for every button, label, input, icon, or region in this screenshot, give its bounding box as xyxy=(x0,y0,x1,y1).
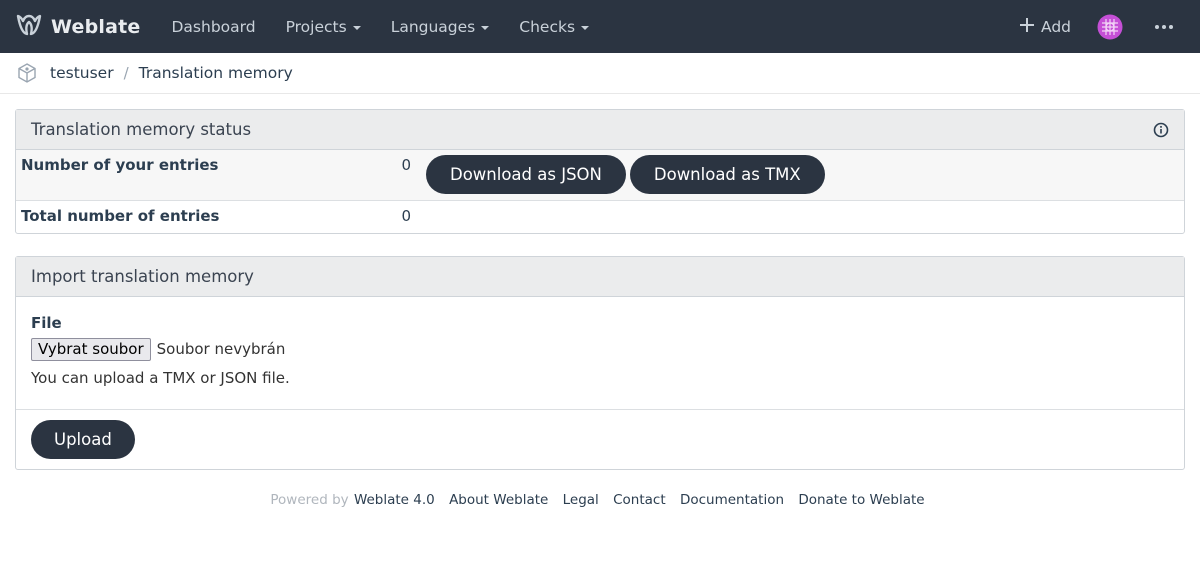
nav-dashboard[interactable]: Dashboard xyxy=(156,18,270,36)
import-panel-title: Import translation memory xyxy=(31,266,254,286)
more-menu-button[interactable] xyxy=(1135,24,1185,29)
stat-value: 0 xyxy=(401,207,411,225)
footer-link-documentation[interactable]: Documentation xyxy=(680,492,784,508)
import-panel-body: File Vybrat soubor Soubor nevybrán You c… xyxy=(16,297,1184,410)
user-cube-icon xyxy=(16,62,38,84)
brand-name: Weblate xyxy=(51,15,141,38)
stat-label: Number of your entries xyxy=(21,156,219,174)
file-status-text: Soubor nevybrán xyxy=(156,340,286,358)
import-panel-footer: Upload xyxy=(16,410,1184,469)
nav-checks[interactable]: Checks xyxy=(504,18,604,36)
page-footer: Powered by Weblate 4.0 About Weblate Leg… xyxy=(15,492,1185,508)
footer-link-donate[interactable]: Donate to Weblate xyxy=(798,492,924,508)
import-panel: Import translation memory File Vybrat so… xyxy=(15,255,1185,470)
footer-link-weblate-version[interactable]: Weblate 4.0 xyxy=(354,492,435,508)
footer-link-contact[interactable]: Contact xyxy=(613,492,666,508)
stat-value: 0 xyxy=(401,156,411,174)
caret-down-icon xyxy=(352,25,361,30)
breadcrumb-page[interactable]: Translation memory xyxy=(139,64,293,82)
main-content: Translation memory status Number of your… xyxy=(0,94,1200,508)
file-help-text: You can upload a TMX or JSON file. xyxy=(31,368,290,387)
top-navbar: Weblate Dashboard Projects Languages Che… xyxy=(0,0,1200,53)
stats-table: Number of your entries 0 Download as JSO… xyxy=(16,150,1184,233)
nav-languages-label: Languages xyxy=(390,17,476,36)
download-json-button[interactable]: Download as JSON xyxy=(426,155,626,194)
download-actions: Download as JSON Download as TMX xyxy=(416,150,1184,201)
footer-link-about[interactable]: About Weblate xyxy=(449,492,548,508)
brand[interactable]: Weblate xyxy=(15,13,140,41)
empty-cell xyxy=(416,201,1184,233)
status-panel-heading: Translation memory status xyxy=(16,110,1184,150)
table-row: Number of your entries 0 Download as JSO… xyxy=(16,150,1184,201)
breadcrumb: testuser / Translation memory xyxy=(0,53,1200,94)
avatar-icon xyxy=(1097,14,1123,39)
plus-icon xyxy=(1019,17,1035,37)
nav-languages[interactable]: Languages xyxy=(376,18,505,36)
navbar-right: Add xyxy=(1005,14,1185,40)
breadcrumb-user[interactable]: testuser xyxy=(50,64,114,82)
add-label: Add xyxy=(1040,17,1071,36)
table-row: Total number of entries 0 xyxy=(16,201,1184,233)
add-button[interactable]: Add xyxy=(1005,17,1085,37)
powered-by-text: Powered by xyxy=(270,491,349,508)
upload-button[interactable]: Upload xyxy=(31,419,135,459)
ellipsis-icon xyxy=(1155,24,1173,29)
caret-down-icon xyxy=(581,25,590,30)
footer-link-legal[interactable]: Legal xyxy=(563,492,599,508)
stat-label: Total number of entries xyxy=(21,207,220,225)
nav-checks-label: Checks xyxy=(519,17,576,36)
import-panel-heading: Import translation memory xyxy=(16,256,1184,297)
user-avatar[interactable] xyxy=(1085,14,1135,40)
choose-file-button[interactable]: Vybrat soubor xyxy=(31,337,151,361)
nav-projects[interactable]: Projects xyxy=(271,18,376,36)
nav-dashboard-label: Dashboard xyxy=(171,17,256,36)
breadcrumb-separator: / xyxy=(123,64,129,82)
status-panel-title: Translation memory status xyxy=(31,120,252,139)
file-input: Vybrat soubor Soubor nevybrán xyxy=(31,337,1169,361)
download-tmx-button[interactable]: Download as TMX xyxy=(629,155,825,194)
nav-projects-label: Projects xyxy=(285,17,347,36)
info-icon[interactable] xyxy=(1153,122,1169,138)
weblate-logo-icon xyxy=(15,13,43,41)
file-field-label: File xyxy=(31,313,62,332)
status-panel: Translation memory status Number of your… xyxy=(15,109,1185,234)
caret-down-icon xyxy=(481,25,490,30)
